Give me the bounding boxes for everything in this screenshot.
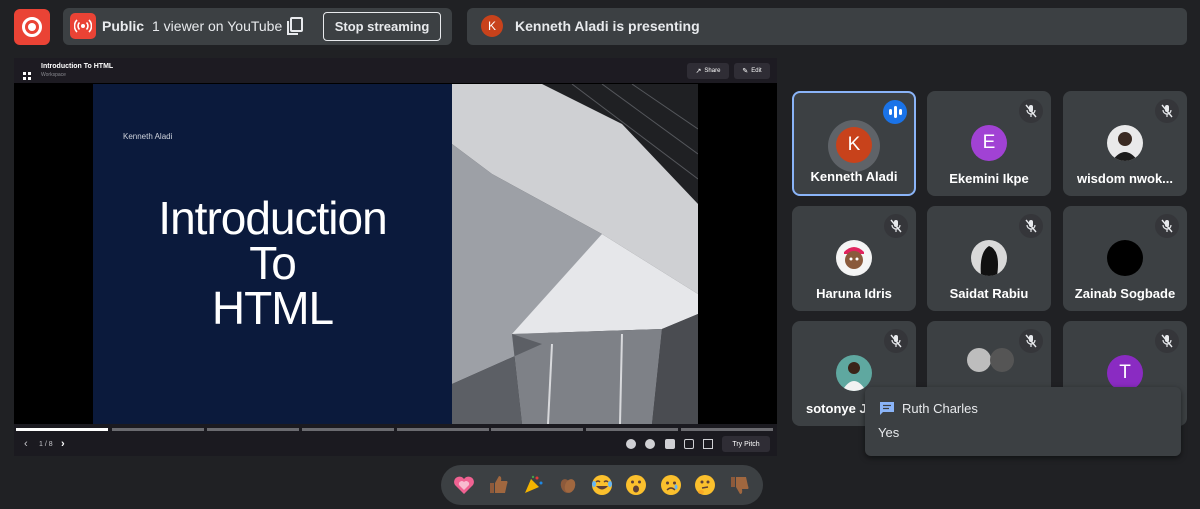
participant-tile-wisdom[interactable]: wisdom nwok... (1063, 91, 1187, 196)
progress-segment[interactable] (681, 428, 773, 431)
comment-icon[interactable] (645, 439, 655, 449)
surprised-face-icon[interactable] (622, 471, 650, 499)
participant-name: Ekemini Ikpe (949, 171, 1029, 186)
sparkling-heart-icon[interactable] (450, 471, 478, 499)
progress-segment[interactable] (112, 428, 204, 431)
mic-off-icon (1155, 329, 1179, 353)
avatar: E (971, 125, 1007, 161)
stop-streaming-button[interactable]: Stop streaming (323, 12, 441, 41)
progress-segment[interactable] (397, 428, 489, 431)
slide-title-line-1: Introduction (158, 192, 387, 244)
mic-off-icon (884, 329, 908, 353)
progress-segment[interactable] (16, 428, 108, 431)
try-pitch-label: Try Pitch (732, 440, 760, 448)
avatar-photo (1107, 125, 1143, 161)
avatar-photo (1107, 240, 1143, 276)
slide-architecture-image (452, 84, 698, 424)
mic-off-icon (1019, 329, 1043, 353)
participant-name: Kenneth Aladi (810, 169, 898, 184)
copy-link-icon[interactable] (285, 16, 305, 36)
mic-off-icon (1155, 214, 1179, 238)
participant-tile-haruna[interactable]: Haruna Idris (792, 206, 916, 311)
viewer-count: 1 viewer on YouTube (152, 18, 283, 34)
reactions-bar (441, 465, 763, 505)
doc-subtitle: Workspace (41, 72, 66, 78)
edit-button[interactable]: ✎ Edit (734, 63, 770, 79)
presentation-view: Introduction To HTML Workspace ↗ Share ✎… (14, 58, 777, 456)
slide-title-line-2: To (249, 237, 297, 289)
avatar: T (1107, 355, 1143, 391)
notes-icon[interactable] (665, 439, 675, 449)
share-icon: ↗ (695, 68, 702, 75)
share-label: Share (704, 68, 721, 74)
next-slide-icon[interactable]: › (61, 438, 65, 450)
doc-title: Introduction To HTML (41, 63, 114, 70)
emoji-icon[interactable] (626, 439, 636, 449)
progress-segment[interactable] (586, 428, 678, 431)
presenting-text: Kenneth Aladi is presenting (515, 18, 700, 34)
page-indicator: 1 / 8 (39, 441, 53, 448)
record-icon (22, 17, 42, 37)
avatar: K (836, 127, 872, 163)
participant-tile-ekemini[interactable]: E Ekemini Ikpe (927, 91, 1051, 196)
avatar-photo (971, 240, 1007, 276)
avatar-photo (990, 348, 1014, 372)
participant-tile-saidat[interactable]: Saidat Rabiu (927, 206, 1051, 311)
edit-label: Edit (751, 68, 762, 74)
presentation-header (14, 58, 777, 83)
edit-pencil-icon: ✎ (742, 68, 749, 75)
thinking-face-icon[interactable] (691, 471, 719, 499)
mic-off-icon (1019, 99, 1043, 123)
chat-notification[interactable]: Ruth Charles Yes (865, 387, 1181, 456)
share-button[interactable]: ↗ Share (687, 63, 729, 79)
progress-segment[interactable] (302, 428, 394, 431)
slide-title: Introduction To HTML (93, 192, 452, 334)
slide-title-line-3: HTML (211, 282, 334, 334)
party-popper-icon[interactable] (519, 471, 547, 499)
crying-face-icon[interactable] (657, 471, 685, 499)
mic-off-icon (1155, 99, 1179, 123)
apps-grid-icon[interactable] (23, 67, 31, 80)
recording-button[interactable] (14, 9, 50, 45)
mic-off-icon (884, 214, 908, 238)
participant-name: Zainab Sogbade (1074, 286, 1176, 301)
visibility-label: Public (102, 18, 145, 34)
mic-off-icon (1019, 214, 1043, 238)
slide-title-panel: Kenneth Aladi Introduction To HTML (93, 84, 452, 424)
previous-slide-icon[interactable]: ‹ (24, 438, 28, 450)
chat-message-icon (879, 401, 895, 415)
progress-segment[interactable] (491, 428, 583, 431)
clapping-hands-icon[interactable] (554, 471, 582, 499)
participant-name: wisdom nwok... (1076, 171, 1174, 186)
participant-tile-zainab[interactable]: Zainab Sogbade (1063, 206, 1187, 311)
live-stream-icon (70, 13, 96, 39)
tears-of-joy-icon[interactable] (588, 471, 616, 499)
progress-segment[interactable] (207, 428, 299, 431)
participant-name: Haruna Idris (816, 286, 892, 301)
copy-icon[interactable] (684, 439, 694, 449)
try-pitch-button[interactable]: Try Pitch (722, 436, 770, 452)
avatar-photo (836, 240, 872, 276)
avatar-photo (967, 348, 991, 372)
participant-tile-kenneth[interactable]: K Kenneth Aladi (792, 91, 916, 196)
speaking-indicator-icon (883, 100, 907, 124)
avatar-photo (836, 355, 872, 391)
thumbs-up-icon[interactable] (485, 471, 513, 499)
chat-sender: Ruth Charles (902, 401, 978, 416)
slide-author: Kenneth Aladi (123, 132, 173, 141)
participant-name: Saidat Rabiu (949, 286, 1029, 301)
chat-message: Yes (878, 425, 900, 440)
fullscreen-icon[interactable] (703, 439, 713, 449)
presenter-avatar: K (481, 15, 503, 37)
thumbs-down-icon[interactable] (726, 471, 754, 499)
